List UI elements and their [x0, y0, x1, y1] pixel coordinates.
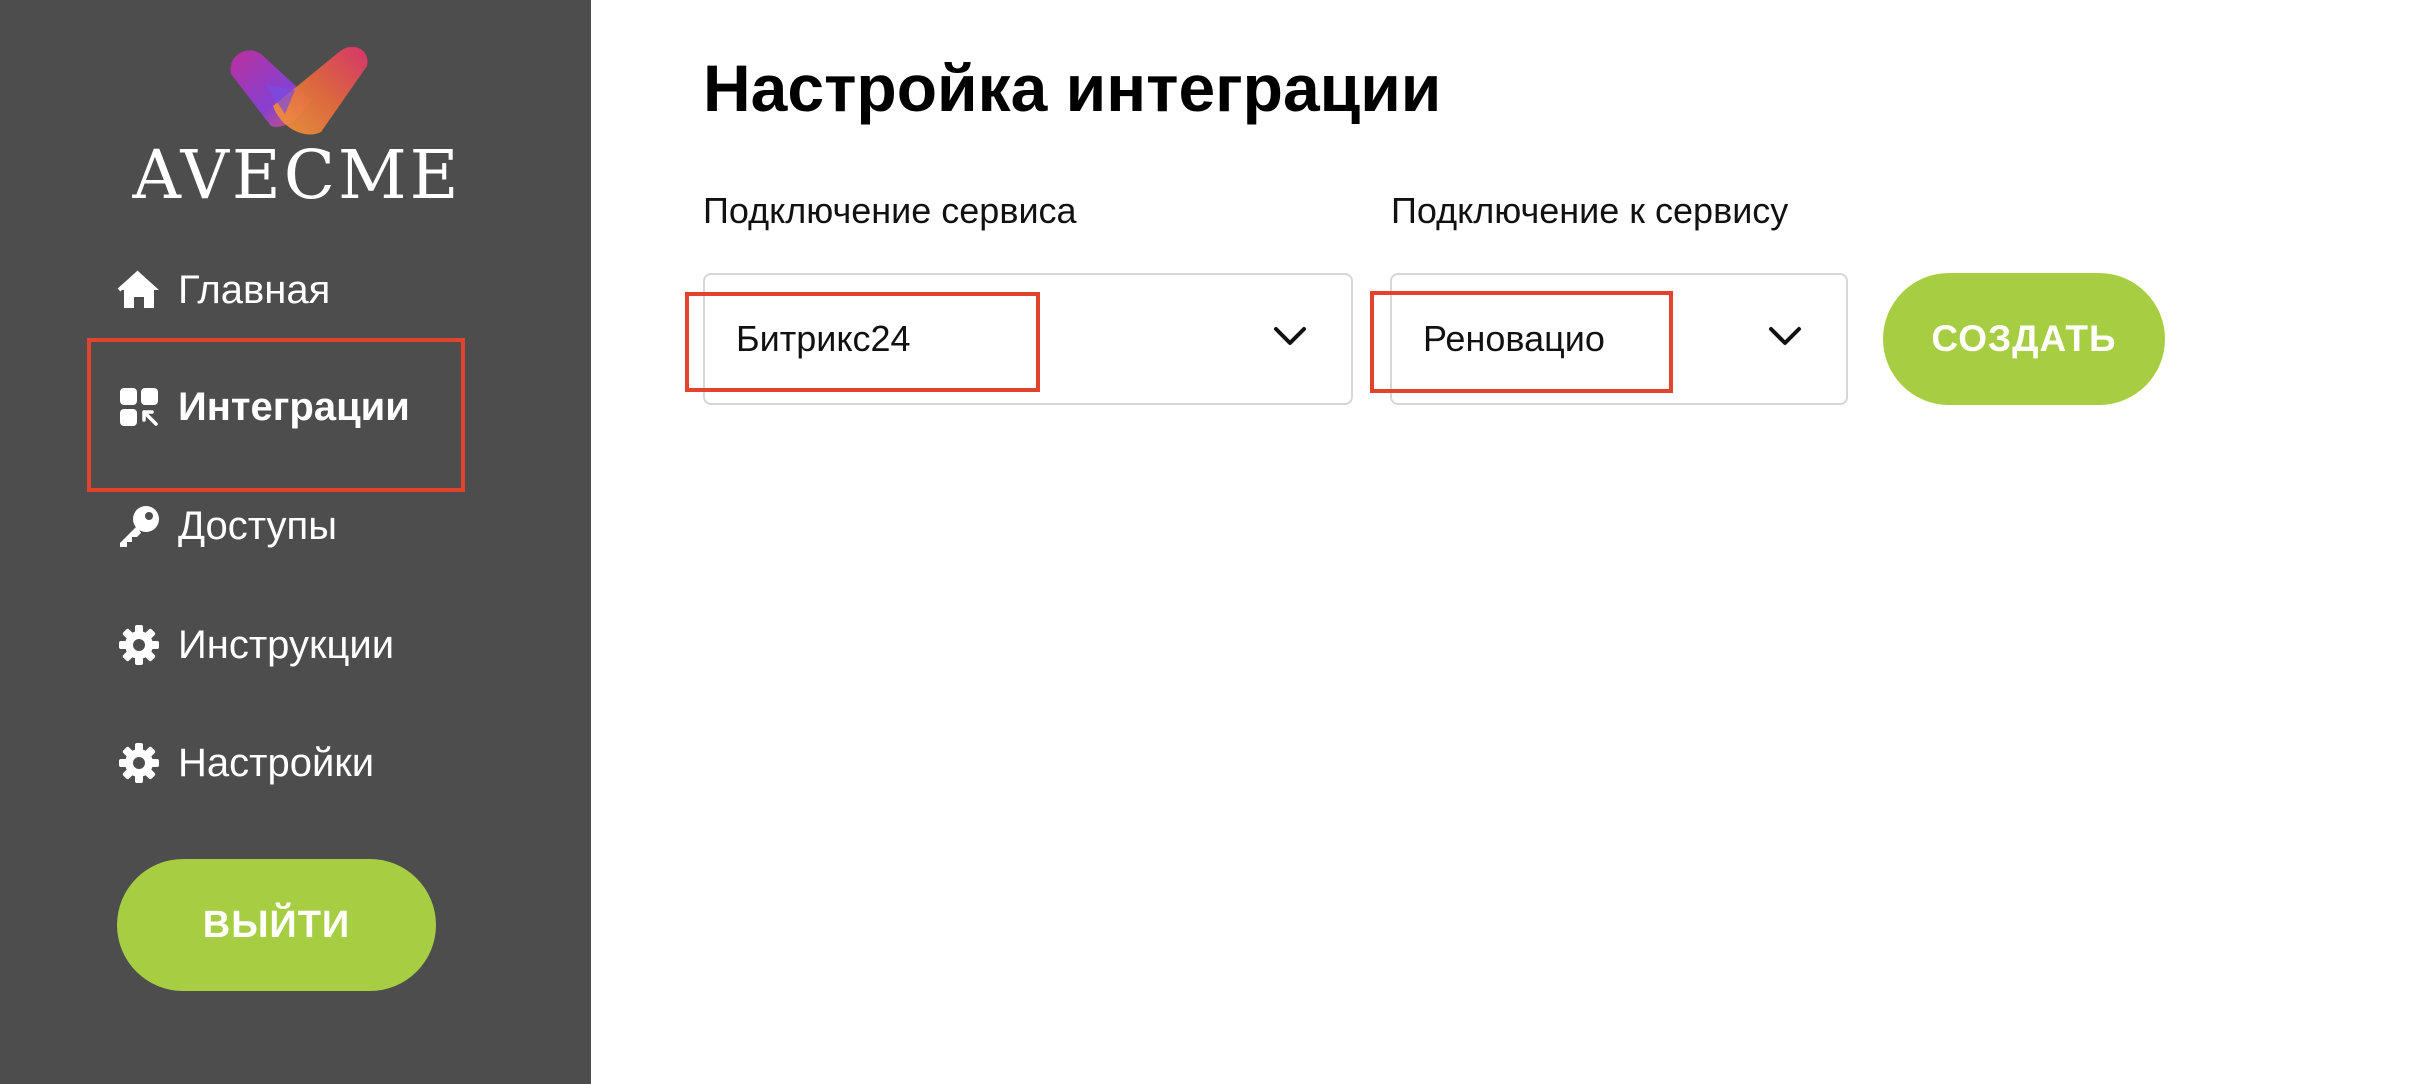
sidebar-item-label: Главная	[178, 267, 331, 312]
gear-icon	[116, 740, 162, 786]
chevron-down-icon	[1768, 325, 1802, 352]
logo-mark-icon	[230, 46, 368, 135]
sidebar-item-home[interactable]: Главная	[116, 255, 330, 325]
brand-name: AVECME	[132, 136, 462, 214]
sidebar-item-settings[interactable]: Настройки	[116, 728, 374, 798]
gear-icon	[116, 622, 162, 668]
target-select-label: Подключение к сервису	[1391, 190, 1789, 231]
sidebar: AVECME Главная Интеграции Доступы Инстру…	[0, 0, 591, 1084]
key-icon	[116, 503, 162, 549]
sidebar-item-instructions[interactable]: Инструкции	[116, 610, 394, 680]
sidebar-item-label: Инструкции	[178, 622, 395, 667]
sidebar-item-label: Настройки	[178, 740, 375, 785]
integrations-icon	[116, 384, 162, 430]
sidebar-item-label: Интеграции	[178, 384, 410, 429]
page-title: Настройка интеграции	[703, 51, 1442, 125]
service-select[interactable]: Битрикс24	[703, 273, 1353, 405]
service-select-value: Битрикс24	[736, 318, 911, 359]
create-button[interactable]: СОЗДАТЬ	[1883, 273, 2165, 405]
target-select[interactable]: Реновацио	[1390, 273, 1848, 405]
target-select-value: Реновацио	[1423, 318, 1605, 359]
sidebar-item-integrations[interactable]: Интеграции	[116, 372, 410, 442]
service-select-label: Подключение сервиса	[703, 190, 1077, 231]
brand-logo[interactable]: AVECME	[129, 44, 465, 214]
sidebar-item-access[interactable]: Доступы	[116, 491, 337, 561]
home-icon	[116, 267, 162, 313]
logout-button[interactable]: ВЫЙТИ	[117, 859, 436, 991]
chevron-down-icon	[1273, 325, 1307, 352]
sidebar-item-label: Доступы	[178, 503, 337, 548]
